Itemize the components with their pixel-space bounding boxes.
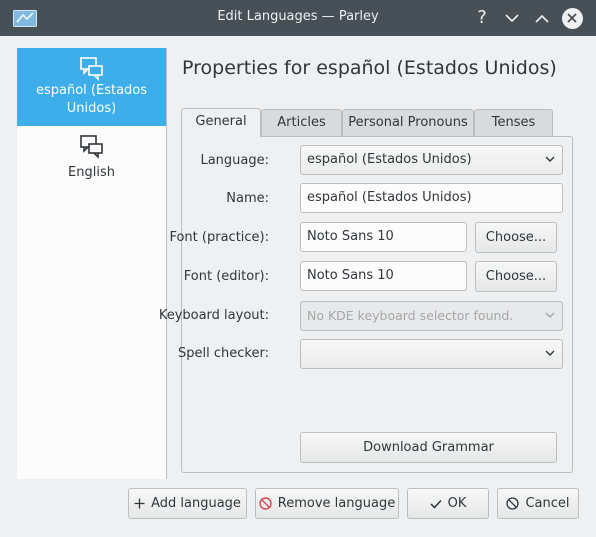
choose-font-practice-button[interactable]: Choose... bbox=[475, 222, 557, 253]
language-item-espanol[interactable]: español (Estados Unidos) bbox=[17, 48, 166, 126]
minimize-button[interactable] bbox=[500, 6, 524, 30]
font-editor-label: Font (editor): bbox=[183, 269, 269, 284]
maximize-button[interactable] bbox=[530, 6, 554, 30]
language-item-english[interactable]: English bbox=[17, 128, 166, 188]
speech-bubbles-icon bbox=[79, 57, 103, 81]
remove-language-label: Remove language bbox=[277, 496, 396, 511]
remove-icon bbox=[259, 497, 272, 510]
close-icon bbox=[567, 13, 577, 23]
download-grammar-button[interactable]: Download Grammar bbox=[300, 432, 557, 463]
language-select-value: español (Estados Unidos) bbox=[307, 152, 472, 167]
cancel-button[interactable]: Cancel bbox=[497, 488, 579, 519]
ok-label: OK bbox=[447, 496, 467, 511]
speech-bubbles-icon bbox=[79, 135, 103, 159]
general-panel: Language: español (Estados Unidos) Name:… bbox=[159, 136, 573, 473]
add-language-label: Add language bbox=[151, 496, 241, 511]
chevron-down-icon bbox=[545, 350, 555, 356]
keyboard-layout-select: No KDE keyboard selector found. bbox=[300, 301, 563, 331]
font-editor-field: Noto Sans 10 bbox=[300, 261, 467, 291]
language-label: español (Estados Unidos) bbox=[35, 83, 148, 116]
language-select[interactable]: español (Estados Unidos) bbox=[300, 145, 563, 175]
choose-font-editor-button[interactable]: Choose... bbox=[475, 261, 557, 292]
font-practice-field: Noto Sans 10 bbox=[300, 222, 467, 252]
chevron-up-icon bbox=[535, 14, 549, 23]
cancel-label: Cancel bbox=[525, 496, 570, 511]
help-icon: ? bbox=[477, 7, 487, 28]
add-language-button[interactable]: Add language bbox=[128, 488, 247, 519]
keyboard-layout-label: Keyboard layout: bbox=[158, 308, 269, 323]
page-title: Properties for español (Estados Unidos) bbox=[182, 57, 557, 79]
name-label: Name: bbox=[226, 191, 269, 206]
language-list: español (Estados Unidos) English bbox=[17, 48, 167, 479]
keyboard-layout-value: No KDE keyboard selector found. bbox=[307, 308, 514, 323]
ok-button[interactable]: OK bbox=[407, 488, 489, 519]
chevron-down-icon bbox=[505, 13, 519, 22]
tab-articles[interactable]: Articles bbox=[261, 109, 342, 136]
font-practice-label: Font (practice): bbox=[169, 230, 269, 245]
close-button[interactable] bbox=[560, 6, 584, 30]
tab-tenses[interactable]: Tenses bbox=[474, 109, 553, 136]
spell-checker-select[interactable] bbox=[300, 339, 563, 369]
title-bar: Edit Languages — Parley ? bbox=[0, 0, 596, 36]
chevron-down-icon bbox=[545, 156, 555, 162]
language-label: Language: bbox=[200, 153, 269, 168]
help-button[interactable]: ? bbox=[470, 6, 494, 30]
cancel-icon bbox=[506, 497, 520, 510]
checkmark-icon bbox=[430, 499, 442, 509]
tab-general[interactable]: General bbox=[181, 108, 261, 137]
remove-language-button[interactable]: Remove language bbox=[255, 488, 399, 519]
name-input[interactable]: español (Estados Unidos) bbox=[300, 183, 563, 213]
language-label: English bbox=[68, 165, 115, 180]
spell-checker-label: Spell checker: bbox=[178, 346, 269, 361]
tab-personal-pronouns[interactable]: Personal Pronouns bbox=[342, 109, 474, 136]
plus-icon bbox=[134, 498, 145, 509]
chevron-down-icon bbox=[545, 312, 555, 318]
